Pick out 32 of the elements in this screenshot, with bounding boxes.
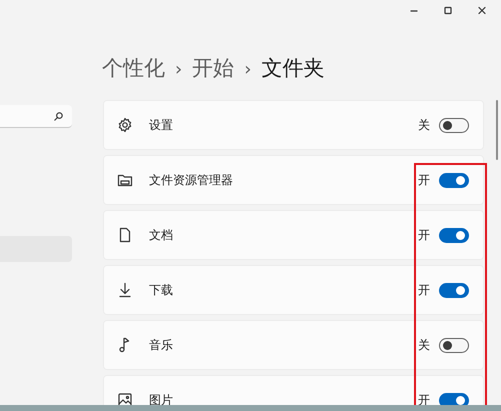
- toggle-switch[interactable]: [439, 118, 469, 132]
- document-icon: [117, 227, 133, 243]
- toggle-switch[interactable]: [439, 338, 469, 352]
- breadcrumb-link[interactable]: 个性化: [102, 53, 165, 85]
- setting-label: 音乐: [149, 337, 174, 354]
- toggle-switch[interactable]: [439, 228, 469, 242]
- toggle-switch[interactable]: [439, 172, 469, 188]
- picture-icon: [117, 392, 133, 408]
- toggle-state-label: 开: [418, 227, 430, 244]
- page-title: 文件夹: [261, 55, 324, 82]
- setting-label: 文件资源管理器: [149, 172, 234, 189]
- search-field[interactable]: [0, 105, 72, 128]
- close-icon[interactable]: [476, 4, 488, 16]
- search-icon: [53, 110, 64, 122]
- download-icon: [117, 282, 133, 298]
- scrollbar[interactable]: [496, 100, 498, 160]
- toggle-state-label: 关: [418, 117, 430, 134]
- toggle-switch[interactable]: [439, 282, 469, 298]
- toggle-state-label: 开: [418, 172, 430, 189]
- maximize-icon[interactable]: [442, 4, 454, 16]
- setting-label: 图片: [149, 392, 174, 409]
- breadcrumb-link[interactable]: 开始: [192, 53, 234, 85]
- gear-icon: [117, 117, 133, 133]
- toggle-state-label: 开: [418, 392, 430, 409]
- toggle-state-label: 关: [418, 337, 430, 354]
- setting-label: 设置: [149, 117, 174, 134]
- folder-icon: [117, 172, 133, 188]
- setting-label: 文档: [149, 227, 174, 244]
- breadcrumb-separator: ›: [244, 58, 252, 82]
- breadcrumb-separator: ›: [175, 58, 182, 82]
- setting-label: 下载: [149, 282, 174, 299]
- toggle-state-label: 开: [418, 282, 430, 299]
